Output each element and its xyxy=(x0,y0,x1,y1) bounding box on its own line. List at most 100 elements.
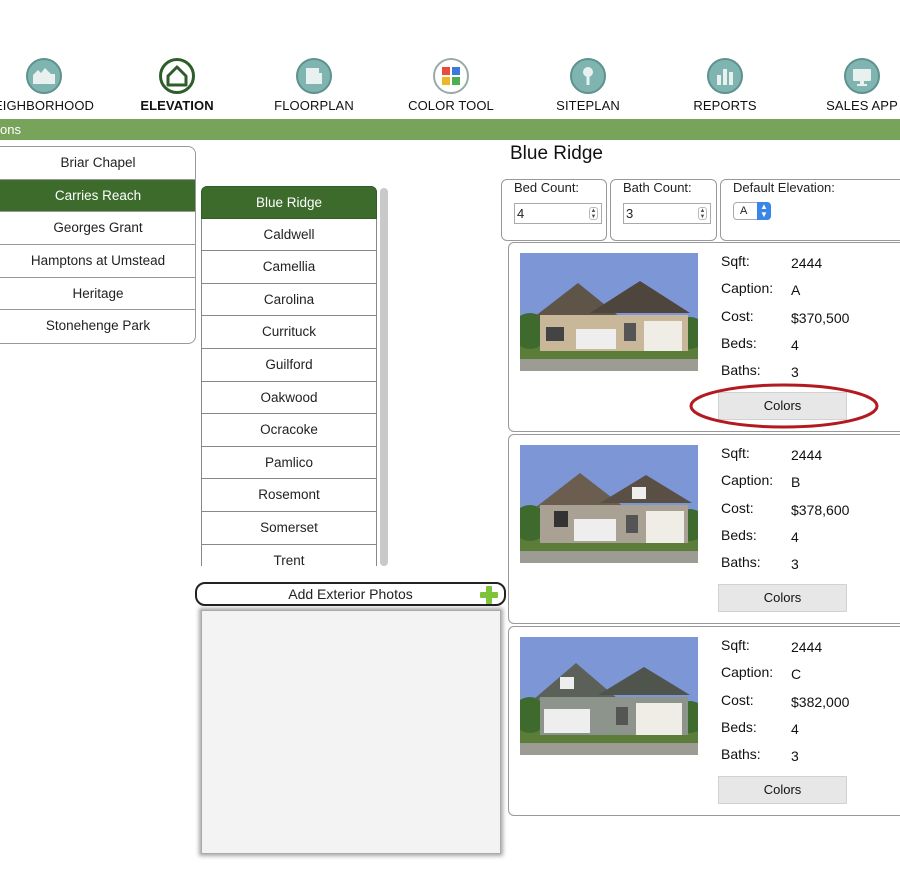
nav-color-tool[interactable]: COLOR TOOL xyxy=(391,58,511,113)
beds-value: 4 xyxy=(791,337,799,353)
house-icon xyxy=(159,58,195,94)
colors-button[interactable]: Colors xyxy=(718,392,847,420)
add-exterior-photos-label: Add Exterior Photos xyxy=(288,586,413,602)
bed-count-group: Bed Count: 4 ▲ ▼ xyxy=(501,179,607,241)
cost-value: $382,000 xyxy=(791,694,850,710)
beds-label: Beds: xyxy=(721,527,757,543)
plan-item[interactable]: Caldwell xyxy=(201,218,377,252)
caption-label: Caption: xyxy=(721,664,774,680)
plans-list: Blue Ridge Caldwell Camellia Carolina Cu… xyxy=(201,186,377,566)
community-item[interactable]: Hamptons at Umstead xyxy=(0,245,195,278)
color-palette-icon xyxy=(433,58,469,94)
plan-item[interactable]: Camellia xyxy=(201,251,377,284)
baths-label: Baths: xyxy=(721,746,761,762)
plan-item[interactable]: Trent xyxy=(201,544,377,566)
cost-value: $378,600 xyxy=(791,502,850,518)
bath-count-value: 3 xyxy=(626,206,634,221)
nav-reports[interactable]: REPORTS xyxy=(665,58,785,113)
baths-label: Baths: xyxy=(721,554,761,570)
community-item[interactable]: Briar Chapel xyxy=(0,147,195,180)
sqft-label: Sqft: xyxy=(721,253,750,269)
nav-elevation[interactable]: ELEVATION xyxy=(117,58,237,113)
sqft-value: 2444 xyxy=(791,447,823,463)
baths-label: Baths: xyxy=(721,362,761,378)
beds-label: Beds: xyxy=(721,335,757,351)
beds-label: Beds: xyxy=(721,719,757,735)
map-pin-icon xyxy=(570,58,606,94)
plan-title: Blue Ridge xyxy=(510,143,603,164)
nav-floorplan[interactable]: FLOORPLAN xyxy=(254,58,374,113)
plan-item[interactable]: Ocracoke xyxy=(201,414,377,447)
nav-label: SITEPLAN xyxy=(556,98,620,113)
bath-count-label: Bath Count: xyxy=(623,180,692,195)
default-elevation-group: Default Elevation: A ▲ ▼ xyxy=(720,179,900,241)
cost-label: Cost: xyxy=(721,500,754,516)
default-elevation-value: A xyxy=(740,205,748,217)
nav-sales-app[interactable]: SALES APP xyxy=(802,58,900,113)
nav-label: COLOR TOOL xyxy=(408,98,494,113)
nav-label: SALES APP xyxy=(826,98,898,113)
section-bar-label: ons xyxy=(0,122,21,137)
bed-count-input[interactable]: 4 ▲ ▼ xyxy=(514,203,602,224)
plan-item[interactable]: Currituck xyxy=(201,316,377,349)
caption-label: Caption: xyxy=(721,472,774,488)
communities-list: Briar Chapel Carries Reach Georges Grant… xyxy=(0,146,196,345)
plan-item[interactable]: Somerset xyxy=(201,511,377,545)
cost-value: $370,500 xyxy=(791,310,850,326)
neighborhood-icon xyxy=(26,58,62,94)
sqft-label: Sqft: xyxy=(721,445,750,461)
nav-label: FLOORPLAN xyxy=(274,98,354,113)
plus-icon xyxy=(480,586,498,604)
plan-item[interactable]: Carolina xyxy=(201,283,377,317)
add-exterior-photos-button[interactable]: Add Exterior Photos xyxy=(195,582,506,606)
bed-count-value: 4 xyxy=(517,206,525,221)
plan-item-selected[interactable]: Blue Ridge xyxy=(201,186,377,219)
caption-label: Caption: xyxy=(721,280,774,296)
elevation-card: Sqft: 2444 Caption: C Cost: $382,000 Bed… xyxy=(508,626,900,816)
cost-label: Cost: xyxy=(721,692,754,708)
community-item-selected[interactable]: Carries Reach xyxy=(0,179,195,213)
nav-siteplan[interactable]: SITEPLAN xyxy=(528,58,648,113)
community-item[interactable]: Heritage xyxy=(0,278,195,311)
plan-item[interactable]: Pamlico xyxy=(201,446,377,480)
caption-value: A xyxy=(791,282,801,298)
baths-value: 3 xyxy=(791,748,799,764)
nav-label: ELEVATION xyxy=(140,98,214,113)
plans-scrollbar[interactable] xyxy=(380,188,388,566)
nav-label: EIGHBORHOOD xyxy=(0,98,95,113)
plan-item[interactable]: Guilford xyxy=(201,348,377,382)
bath-count-input[interactable]: 3 ▲ ▼ xyxy=(623,203,711,224)
plan-item[interactable]: Rosemont xyxy=(201,479,377,512)
sqft-value: 2444 xyxy=(791,255,823,271)
top-nav: EIGHBORHOOD ELEVATION FLOORPLAN COLOR TO… xyxy=(0,0,900,119)
colors-button[interactable]: Colors xyxy=(718,776,847,804)
spinner-icon[interactable]: ▲ ▼ xyxy=(589,207,598,220)
caption-value: C xyxy=(791,666,802,682)
house-image xyxy=(520,445,698,563)
floorplan-icon xyxy=(296,58,332,94)
spinner-icon[interactable]: ▲ ▼ xyxy=(698,207,707,220)
house-image xyxy=(520,253,698,371)
select-arrows-icon: ▲ ▼ xyxy=(757,202,771,220)
elevation-card: Sqft: 2444 Caption: B Cost: $378,600 Bed… xyxy=(508,434,900,624)
exterior-photos-dropzone[interactable] xyxy=(201,610,501,854)
house-image xyxy=(520,637,698,755)
community-item[interactable]: Georges Grant xyxy=(0,212,195,246)
sqft-value: 2444 xyxy=(791,639,823,655)
community-item[interactable]: Stonehenge Park xyxy=(0,310,195,343)
beds-value: 4 xyxy=(791,721,799,737)
monitor-icon xyxy=(844,58,880,94)
baths-value: 3 xyxy=(791,364,799,380)
default-elevation-label: Default Elevation: xyxy=(733,180,835,195)
bath-count-group: Bath Count: 3 ▲ ▼ xyxy=(610,179,717,241)
caption-value: B xyxy=(791,474,801,490)
nav-neighborhood[interactable]: EIGHBORHOOD xyxy=(0,58,104,113)
sqft-label: Sqft: xyxy=(721,637,750,653)
nav-label: REPORTS xyxy=(693,98,757,113)
baths-value: 3 xyxy=(791,556,799,572)
colors-button[interactable]: Colors xyxy=(718,584,847,612)
plan-item[interactable]: Oakwood xyxy=(201,381,377,415)
beds-value: 4 xyxy=(791,529,799,545)
bar-chart-icon xyxy=(707,58,743,94)
default-elevation-select[interactable]: A ▲ ▼ xyxy=(733,202,771,220)
